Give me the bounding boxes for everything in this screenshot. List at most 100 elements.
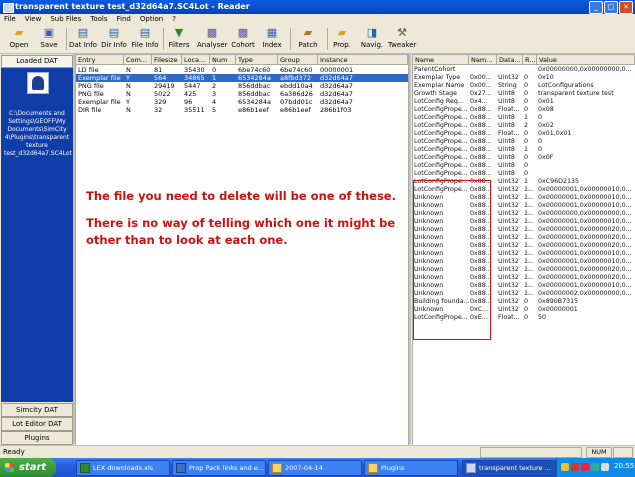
file-table-cell: N [126, 82, 131, 90]
menu-file[interactable]: File [0, 14, 21, 25]
file-table-row[interactable]: PNG file N 5022 425 3 856ddbac 6a386d26 d32d64a… [76, 90, 408, 98]
start-button[interactable]: start [0, 458, 56, 477]
property-row[interactable]: LotConfigPrope... 0x88... Uint8 0 [413, 162, 635, 170]
property-cell: 0 [538, 138, 543, 145]
dat-info-icon: ▤ [77, 26, 89, 39]
filters-button[interactable]: ▼ Filters [167, 27, 191, 50]
menu-tools[interactable]: Tools [86, 14, 112, 25]
file-table-cell: 4 [212, 98, 217, 106]
tray-icon[interactable] [561, 463, 569, 471]
col-header-value[interactable]: Value [537, 55, 635, 65]
minimize-button[interactable]: _ [589, 1, 603, 14]
property-row[interactable]: LotConfig Req... 0x4... Uint8 0 0x01 [413, 98, 635, 106]
property-cell: 0x10 [538, 74, 554, 81]
prop-button[interactable]: ▰ Prop. [331, 27, 353, 50]
col-header-name-value[interactable]: Nam... [469, 55, 497, 65]
property-cell: 0x00000001,0x00000010,0... [538, 250, 632, 257]
menu-find[interactable]: Find [113, 14, 136, 25]
file-info-button[interactable]: ▤ File Info [131, 27, 159, 50]
property-cell: LotConfigPrope... [414, 122, 468, 129]
analyser-button[interactable]: ▩ Analyser [197, 27, 227, 50]
property-row[interactable]: ParentCohort 0x00000000,0x00000000,0... [413, 66, 635, 74]
task-prop-pack-links[interactable]: Prop Pack links and e... [172, 460, 266, 476]
plugins-button[interactable]: Plugins [1, 431, 73, 445]
task-folder-plugins[interactable]: Plugins [364, 460, 458, 476]
property-cell: Uint32 [498, 218, 519, 225]
col-header-group[interactable]: Group [278, 55, 318, 65]
property-row[interactable]: Growth Stage 0x27... Uint8 0 transparent tex… [413, 90, 635, 98]
menu-option[interactable]: Option [136, 14, 168, 25]
property-cell: String [498, 82, 517, 89]
volume-icon[interactable] [601, 463, 609, 471]
task-reader[interactable]: transparent texture ... [462, 460, 556, 476]
property-row[interactable]: LotConfigPrope... 0x88... Uint8 0 [413, 170, 635, 178]
lot-editor-dat-button[interactable]: Lot Editor DAT [1, 417, 73, 431]
menu-view[interactable]: View [21, 14, 47, 25]
tweaker-button[interactable]: ⚒ Tweaker [388, 27, 416, 50]
property-row[interactable]: Exemplar Type 0x00... Uint32 0 0x10 [413, 74, 635, 82]
property-row[interactable]: LotConfigPrope... 0x88... Uint8 0 0x0F [413, 154, 635, 162]
property-row[interactable]: LotConfigPrope... 0x88... Uint8 1 0 [413, 114, 635, 122]
tray-icon[interactable] [591, 463, 599, 471]
col-header-num[interactable]: Num [210, 55, 236, 65]
property-cell: 0x88... [470, 146, 492, 153]
file-table-row[interactable]: Exemplar file Y 329 96 4 6534284a 07bdd01c d32d… [76, 98, 408, 106]
file-table-cell: 856ddbac [238, 82, 271, 90]
simcity-dat-button[interactable]: Simcity DAT [1, 403, 73, 417]
property-cell: LotConfigPrope... [414, 138, 468, 145]
property-cell: LotConfigPrope... [414, 162, 468, 169]
menu-sub-files[interactable]: Sub Files [46, 14, 86, 25]
property-cell: Uint32 [498, 186, 519, 193]
file-table-row[interactable]: Exemplar file Y 564 34865 1 6534284a a8fbd372 d… [76, 74, 408, 82]
maximize-button[interactable]: □ [604, 1, 618, 14]
cohort-button[interactable]: ▩ Cohort [231, 27, 255, 50]
property-cell: LotConfigPrope... [414, 130, 468, 137]
save-button[interactable]: ▣ Save [38, 27, 60, 50]
menu-help[interactable]: ? [168, 14, 181, 25]
property-cell: LotConfigurations [538, 82, 594, 89]
property-cell: 0 [524, 314, 529, 321]
dat-info-button[interactable]: ▤ Dat Info [69, 26, 97, 50]
open-button[interactable]: ▰ Open [8, 27, 30, 50]
file-table-cell: 286b1f03 [320, 106, 352, 114]
property-cell: 0x00000001,0x00000010,0... [538, 202, 632, 209]
col-header-entry[interactable]: Entry [76, 55, 124, 65]
property-row[interactable]: LotConfigPrope... 0x88... Uint8 2 0x02 [413, 122, 635, 130]
property-cell: 0x88... [470, 162, 492, 169]
task-folder-2007-04-14[interactable]: 2007-04-14 [268, 460, 362, 476]
file-table-row[interactable]: PNG file N 29419 5447 2 856ddbac ebdd10a4 d32d6… [76, 82, 408, 90]
col-header-rep[interactable]: R... [523, 55, 537, 65]
file-table-cell: 34865 [184, 74, 205, 82]
loaded-dat-item[interactable]: C:\Documents and Settings\GEOFF\My Docum… [1, 68, 73, 402]
patch-button[interactable]: ▰ Patch [296, 27, 320, 50]
close-button[interactable]: ✕ [619, 1, 633, 14]
property-row[interactable]: LotConfigPrope... 0x88... Uint8 1 0 [413, 146, 635, 154]
property-row[interactable]: LotConfigPrope... 0x88... Uint8 0 0 [413, 138, 635, 146]
property-cell: 1... [524, 274, 535, 281]
dir-info-button[interactable]: ▤ Dir Info [100, 27, 128, 50]
system-tray: 20:55 [556, 458, 635, 477]
file-table-row[interactable]: LD file N 81 35430 0 6be74c60 6be74c60 00000001 [76, 66, 408, 74]
col-header-filesize[interactable]: Filesize [152, 55, 182, 65]
col-header-instance[interactable]: Instance [318, 55, 408, 65]
col-header-type[interactable]: Type [236, 55, 278, 65]
file-table-row[interactable]: DIR file N 32 35511 5 e86b1eef e86b1eef 286b1f0… [76, 106, 408, 114]
col-header-location[interactable]: Loca... [182, 55, 210, 65]
property-cell: 1... [524, 290, 535, 297]
splitter[interactable] [409, 54, 411, 444]
property-cell: Uint8 [498, 90, 515, 97]
navigator-button[interactable]: ◨ Navig. [360, 27, 384, 50]
task-lex-downloads[interactable]: LEX downloads.xls [76, 460, 170, 476]
col-header-name[interactable]: Name [413, 55, 469, 65]
index-button[interactable]: ▦ Index [261, 27, 283, 50]
tray-icon[interactable] [571, 463, 579, 471]
file-table-cell: 81 [154, 66, 163, 74]
property-cell: 1 [524, 146, 529, 153]
property-row[interactable]: LotConfigPrope... 0x88... Float... 0 0x08 [413, 106, 635, 114]
property-cell: Growth Stage [414, 90, 457, 97]
property-row[interactable]: LotConfigPrope... 0x88... Float... 0 0x01,0x… [413, 130, 635, 138]
tray-icon[interactable] [581, 463, 589, 471]
col-header-compressed[interactable]: Com... [124, 55, 152, 65]
col-header-data-type[interactable]: Data... [497, 55, 523, 65]
property-row[interactable]: Exemplar Name 0x00... String 0 LotConfigurat… [413, 82, 635, 90]
